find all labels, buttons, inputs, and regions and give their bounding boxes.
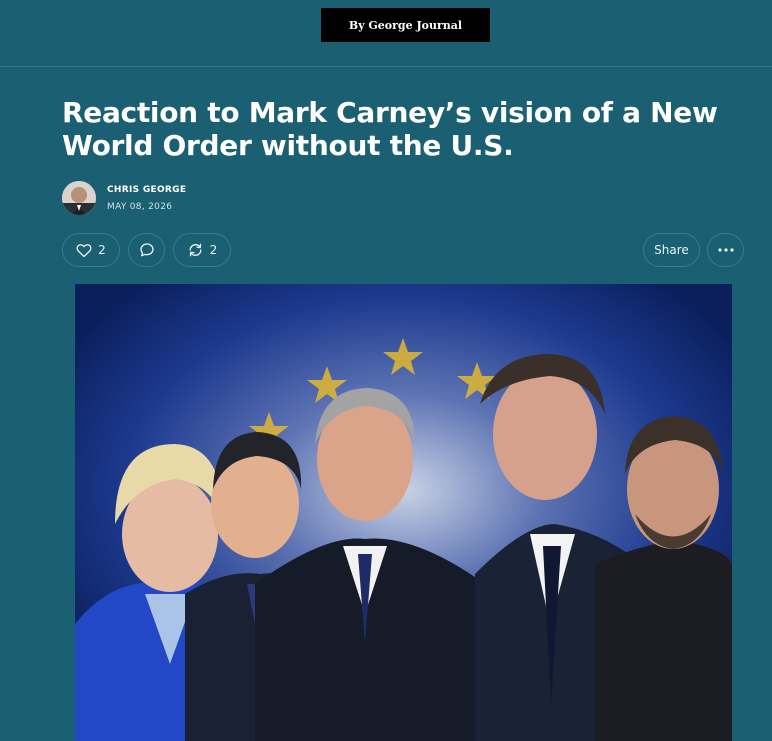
author-avatar[interactable] bbox=[62, 181, 96, 215]
author-name[interactable]: CHRIS GEORGE bbox=[107, 184, 186, 196]
heart-icon bbox=[76, 243, 92, 257]
restack-count: 2 bbox=[209, 243, 218, 257]
publication-name[interactable]: By George Journal bbox=[349, 19, 462, 32]
comment-button[interactable] bbox=[128, 233, 165, 267]
leaders-photo-illustration bbox=[75, 284, 732, 741]
byline-text: CHRIS GEORGE MAY 08, 2026 bbox=[107, 184, 186, 213]
publication-header: By George Journal bbox=[0, 0, 772, 67]
restack-arrows-icon bbox=[189, 243, 202, 257]
byline: CHRIS GEORGE MAY 08, 2026 bbox=[62, 181, 186, 215]
restack-button[interactable]: 2 bbox=[173, 233, 231, 267]
share-label: Share bbox=[654, 243, 689, 257]
share-button[interactable]: Share bbox=[643, 233, 700, 267]
author-avatar-image bbox=[62, 181, 96, 215]
ellipsis-icon bbox=[717, 248, 734, 252]
post-date: MAY 08, 2026 bbox=[107, 201, 173, 212]
hero-image[interactable] bbox=[75, 284, 732, 741]
like-button[interactable]: 2 bbox=[62, 233, 120, 267]
publication-logo[interactable]: By George Journal bbox=[321, 8, 490, 42]
comment-bubble-icon bbox=[139, 243, 154, 257]
like-count: 2 bbox=[98, 243, 106, 257]
more-options-button[interactable] bbox=[707, 233, 744, 267]
post-title: Reaction to Mark Carney’s vision of a Ne… bbox=[62, 96, 718, 162]
